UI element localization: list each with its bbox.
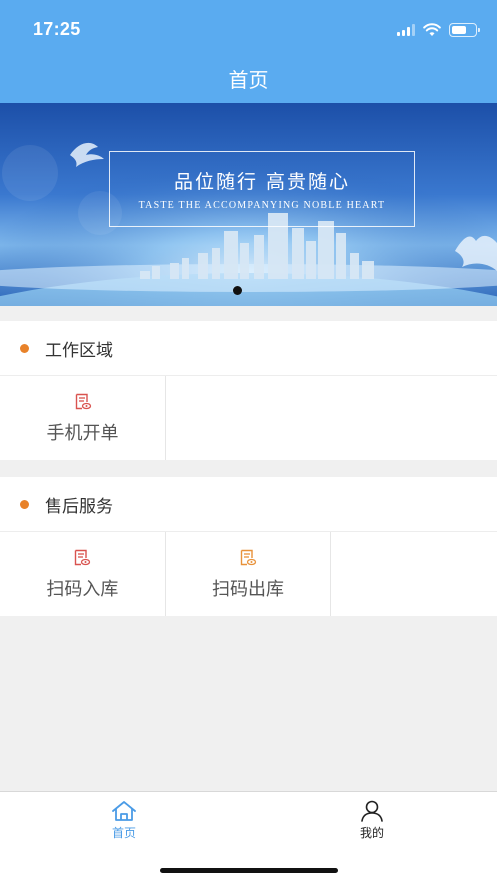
grid-item-label: 扫码出库 xyxy=(212,579,284,600)
status-icons xyxy=(397,22,480,38)
tab-me[interactable]: 我的 xyxy=(342,800,402,841)
carousel-page-indicator[interactable] xyxy=(233,286,242,295)
status-time: 17:25 xyxy=(33,19,81,39)
grid-item-scan-out[interactable]: 扫码出库 xyxy=(166,532,332,616)
tab-label: 首页 xyxy=(111,826,136,840)
battery-icon xyxy=(449,23,480,37)
document-view-icon xyxy=(240,549,257,566)
banner-subtitle: TASTE THE ACCOMPANYING NOBLE HEART xyxy=(138,200,386,211)
wifi-icon xyxy=(423,23,441,36)
banner-caption: 品位随行 高贵随心 TASTE THE ACCOMPANYING NOBLE H… xyxy=(109,151,415,227)
grid-item-mobile-order[interactable]: 手机开单 xyxy=(0,376,166,460)
section-work-area: 工作区域 手机开单 xyxy=(0,321,497,460)
tab-home[interactable]: 首页 xyxy=(94,800,154,841)
grid-item-scan-in[interactable]: 扫码入库 xyxy=(0,532,166,616)
section-title: 售后服务 xyxy=(45,496,113,517)
document-view-icon xyxy=(75,549,91,566)
cellular-signal-icon xyxy=(397,24,415,36)
grid-item-label: 扫码入库 xyxy=(46,579,119,600)
section-bullet xyxy=(20,499,29,509)
page-title: 首页 xyxy=(228,68,269,92)
section-bullet xyxy=(20,343,29,353)
tab-label: 我的 xyxy=(359,826,384,840)
grid-item-label: 手机开单 xyxy=(46,423,119,444)
banner-title: 品位随行 高贵随心 xyxy=(173,171,351,193)
section-grid: 手机开单 xyxy=(0,376,497,460)
home-icon xyxy=(112,801,136,821)
user-icon xyxy=(361,800,383,822)
app-screen: 17:25 首页 品位随行 高贵随心 TASTE THE ACCOMPANYIN… xyxy=(0,0,497,883)
section-header: 工作区域 xyxy=(0,321,497,376)
document-view-icon xyxy=(75,393,91,410)
banner-carousel[interactable]: 品位随行 高贵随心 TASTE THE ACCOMPANYING NOBLE H… xyxy=(0,103,497,306)
section-title: 工作区域 xyxy=(45,340,113,361)
section-header: 售后服务 xyxy=(0,477,497,532)
header-bar: 17:25 首页 xyxy=(0,0,497,103)
home-indicator xyxy=(160,868,338,873)
grid-item-empty xyxy=(331,532,497,616)
section-after-sales: 售后服务 扫码入库 扫码出库 xyxy=(0,477,497,616)
section-grid: 扫码入库 扫码出库 xyxy=(0,532,497,616)
